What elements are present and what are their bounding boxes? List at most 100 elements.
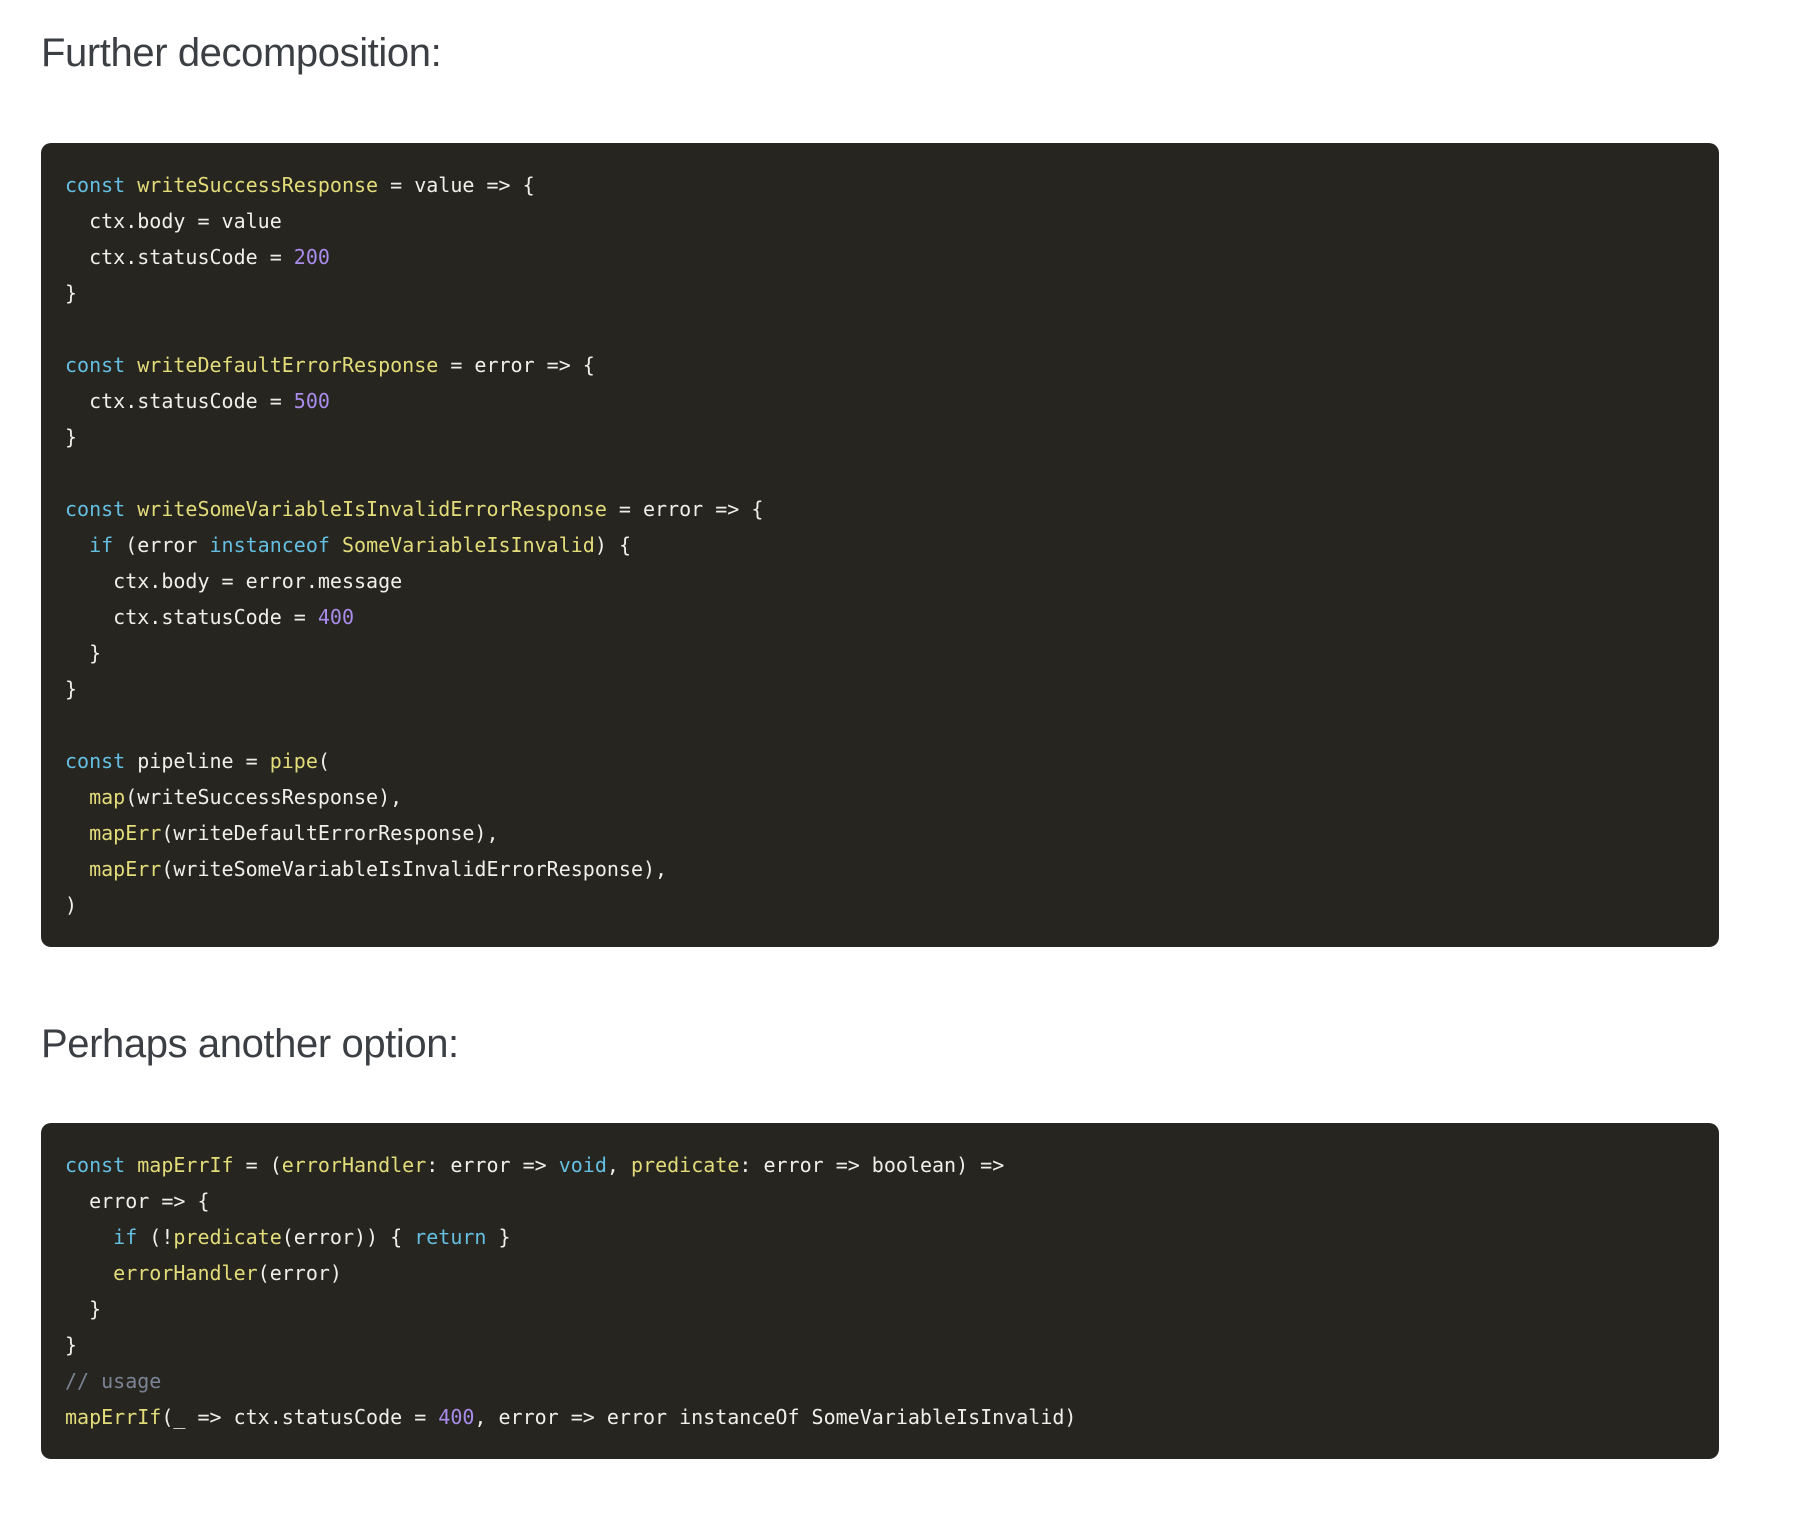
code-token: errorHandler (113, 1261, 258, 1285)
code-token: const (65, 749, 126, 773)
code-token: (! (137, 1225, 174, 1249)
code-line: map(writeSuccessResponse), (65, 779, 1695, 815)
code-line: mapErr(writeSomeVariableIsInvalidErrorRe… (65, 851, 1695, 887)
code-token: } (65, 677, 78, 701)
code-line: if (!predicate(error)) { return } (65, 1219, 1695, 1255)
code-token: predicate (630, 1153, 740, 1177)
code-token: writeSuccessResponse (137, 173, 379, 197)
code-token: 500 (293, 389, 330, 413)
code-line: const pipeline = pipe( (65, 743, 1695, 779)
code-token: const (65, 1153, 126, 1177)
code-token: pipeline = (125, 749, 270, 773)
code-token: (error) (257, 1261, 342, 1285)
code-token: if (113, 1225, 138, 1249)
code-token: (writeDefaultErrorResponse), (161, 821, 499, 845)
code-token: } (65, 1333, 78, 1357)
code-token: predicate (173, 1225, 282, 1249)
code-token: , (606, 1153, 631, 1177)
code-line: } (65, 1327, 1695, 1363)
code-line: ctx.body = value (65, 203, 1695, 239)
code-token: 200 (293, 245, 330, 269)
code-token: mapErrIf (65, 1405, 162, 1429)
code-token: return (414, 1225, 487, 1249)
code-token: = error => { (438, 353, 595, 377)
code-line: } (65, 275, 1695, 311)
code-token: } (65, 641, 102, 665)
code-line: error => { (65, 1183, 1695, 1219)
code-line: mapErrIf(_ => ctx.statusCode = 400, erro… (65, 1399, 1695, 1435)
code-line: ctx.statusCode = 500 (65, 383, 1695, 419)
code-token: } (65, 425, 78, 449)
code-token: writeSomeVariableIsInvalidErrorResponse (137, 497, 607, 521)
heading-perhaps-another-option: Perhaps another option: (41, 1022, 459, 1066)
code-token: pipe (269, 749, 318, 773)
code-token: 400 (317, 605, 354, 629)
heading-further-decomposition: Further decomposition: (41, 31, 442, 75)
code-line: const writeSuccessResponse = value => { (65, 167, 1695, 203)
code-token: ctx.statusCode = (65, 389, 294, 413)
code-token: ctx.statusCode = (65, 605, 318, 629)
code-token: mapErr (89, 857, 162, 881)
code-token: : error => (426, 1153, 559, 1177)
code-line: const writeDefaultErrorResponse = error … (65, 347, 1695, 383)
code-token: SomeVariableIsInvalid (341, 533, 595, 557)
code-token: = ( (233, 1153, 282, 1177)
code-token: writeDefaultErrorResponse (137, 353, 439, 377)
code-token: map (89, 785, 126, 809)
code-token: instanceof (209, 533, 330, 557)
code-token: (error (113, 533, 210, 557)
code-token: const (65, 353, 126, 377)
code-line: ctx.statusCode = 200 (65, 239, 1695, 275)
code-token: mapErrIf (137, 1153, 234, 1177)
code-line: if (error instanceof SomeVariableIsInval… (65, 527, 1695, 563)
code-token: = value => { (378, 173, 535, 197)
code-token: (writeSomeVariableIsInvalidErrorResponse… (161, 857, 668, 881)
code-line: ) (65, 887, 1695, 923)
code-token: ( (317, 749, 330, 773)
code-line: ctx.statusCode = 400 (65, 599, 1695, 635)
code-token: ctx.body = error.message (65, 569, 403, 593)
code-token: errorHandler (281, 1153, 427, 1177)
code-block-map-err-if: const mapErrIf = (errorHandler: error =>… (41, 1123, 1719, 1459)
code-token: (error)) { (281, 1225, 415, 1249)
code-token: = error => { (606, 497, 764, 521)
code-token: ctx.statusCode = (65, 245, 294, 269)
code-token: } (65, 1297, 102, 1321)
code-line: } (65, 1291, 1695, 1327)
code-token: , error => error instanceOf SomeVariable… (474, 1405, 1077, 1429)
code-token: : error => boolean) => (739, 1153, 1005, 1177)
code-token: 400 (438, 1405, 475, 1429)
code-token: (_ => ctx.statusCode = (161, 1405, 439, 1429)
code-token: mapErr (89, 821, 162, 845)
code-line: mapErr(writeDefaultErrorResponse), (65, 815, 1695, 851)
code-token: // usage (65, 1369, 162, 1393)
code-token: ) (65, 893, 78, 917)
code-token: } (65, 281, 78, 305)
code-line: ctx.body = error.message (65, 563, 1695, 599)
code-line: const writeSomeVariableIsInvalidErrorRes… (65, 491, 1695, 527)
code-line: } (65, 419, 1695, 455)
code-token: ctx.body = value (65, 209, 282, 233)
code-token: (writeSuccessResponse), (125, 785, 403, 809)
code-line: } (65, 671, 1695, 707)
code-token: const (65, 173, 126, 197)
code-token: void (558, 1153, 607, 1177)
code-block-further-decomposition: const writeSuccessResponse = value => { … (41, 143, 1719, 947)
code-token: const (65, 497, 126, 521)
code-token: if (89, 533, 114, 557)
code-line: // usage (65, 1363, 1695, 1399)
